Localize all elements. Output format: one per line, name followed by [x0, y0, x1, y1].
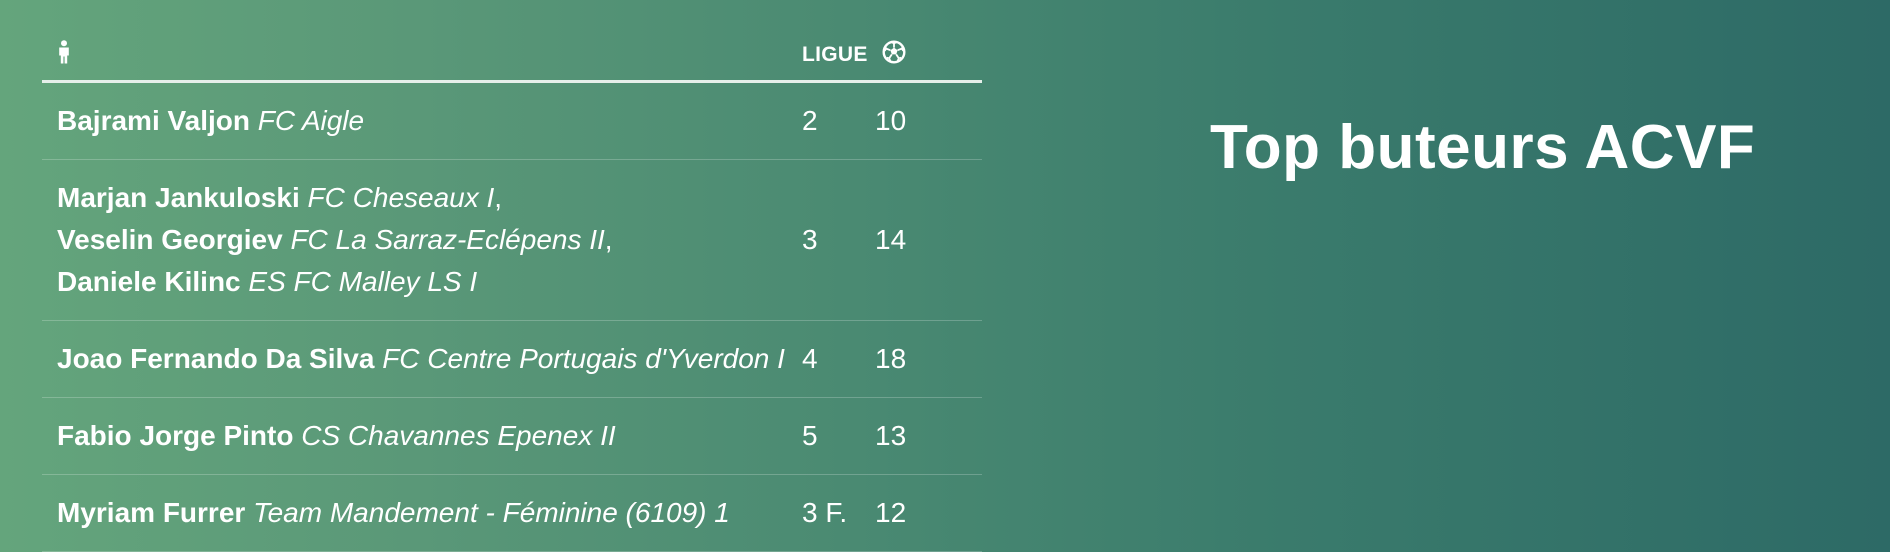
league-cell: 5 [802, 397, 872, 475]
top-scorers-table-container: LIGUE Bajrami Valjon FC Aigle 2 10 Marja… [42, 30, 982, 552]
goals-cell: 12 [872, 474, 982, 552]
player-cell: Myriam Furrer Team Mandement - Féminine … [42, 474, 802, 552]
scorer-name: Myriam Furrer [57, 497, 246, 528]
scorer-name: Marjan Jankuloski [57, 182, 300, 213]
scorer-name: Bajrami Valjon [57, 105, 250, 136]
header-row: LIGUE [42, 30, 982, 83]
table-row: Bajrami Valjon FC Aigle 2 10 [42, 81, 982, 160]
scorer-club: FC Aigle [257, 105, 365, 136]
scorer-name: Daniele Kilinc [57, 266, 241, 297]
scorer-name: Fabio Jorge Pinto [57, 420, 294, 451]
soccer-ball-icon [882, 40, 906, 70]
table-body: Bajrami Valjon FC Aigle 2 10 Marjan Jank… [42, 81, 982, 552]
player-cell: Fabio Jorge Pinto CS Chavannes Epenex II [42, 397, 802, 475]
league-cell: 3 F. [802, 474, 872, 552]
player-cell: Bajrami Valjon FC Aigle [42, 81, 802, 160]
page-title: Top buteurs ACVF [1210, 113, 1756, 182]
goals-cell: 14 [872, 159, 982, 321]
scorer-club: FC La Sarraz-Eclépens II [290, 224, 605, 255]
person-icon [57, 40, 71, 70]
goals-cell: 10 [872, 81, 982, 160]
scorer-club: FC Cheseaux I [307, 182, 495, 213]
scorer-club: CS Chavannes Epenex II [301, 420, 616, 451]
player-cell: Joao Fernando Da Silva FC Centre Portuga… [42, 320, 802, 398]
scorer-name: Joao Fernando Da Silva [57, 343, 375, 374]
scorer-club: FC Centre Portugais d'Yverdon I [382, 343, 785, 374]
scorer-club: ES FC Malley LS I [248, 266, 478, 297]
league-cell: 2 [802, 81, 872, 160]
league-column-header: LIGUE [802, 30, 872, 83]
player-cell: Marjan Jankuloski FC Cheseaux I, Veselin … [42, 159, 802, 321]
player-column-header [42, 30, 802, 83]
table-header: LIGUE [42, 30, 982, 83]
league-cell: 4 [802, 320, 872, 398]
league-cell: 3 [802, 159, 872, 321]
top-scorers-table: LIGUE Bajrami Valjon FC Aigle 2 10 Marja… [42, 30, 982, 552]
scorer-club: Team Mandement - Féminine (6109) 1 [253, 497, 730, 528]
table-row: Marjan Jankuloski FC Cheseaux I, Veselin … [42, 159, 982, 321]
table-row: Joao Fernando Da Silva FC Centre Portuga… [42, 320, 982, 398]
table-row: Myriam Furrer Team Mandement - Féminine … [42, 474, 982, 552]
scorer-name: Veselin Georgiev [57, 224, 283, 255]
goals-cell: 13 [872, 397, 982, 475]
goals-cell: 18 [872, 320, 982, 398]
table-row: Fabio Jorge Pinto CS Chavannes Epenex II… [42, 397, 982, 475]
goals-column-header [872, 30, 982, 83]
